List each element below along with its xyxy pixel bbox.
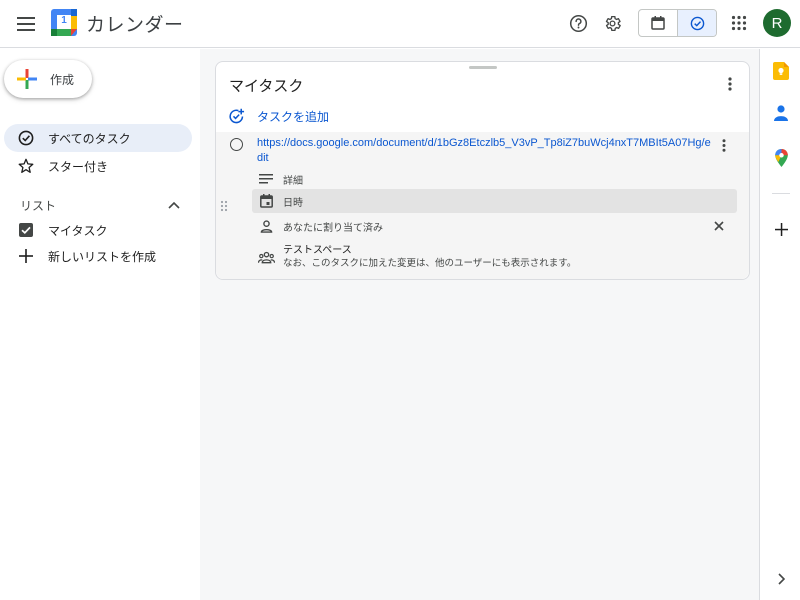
create-new-list-label: 新しいリストを作成 — [48, 249, 157, 264]
drag-handle-icon[interactable] — [220, 199, 230, 213]
card-drag-pill[interactable] — [469, 66, 497, 69]
lists-section-header[interactable]: リスト — [20, 197, 180, 213]
person-icon — [257, 217, 275, 235]
assignee-label: あなたに割り当て済み — [283, 222, 383, 234]
checkbox-checked-icon[interactable] — [18, 222, 34, 238]
maps-icon[interactable] — [772, 149, 790, 167]
star-icon — [18, 158, 34, 174]
task-complete-radio[interactable] — [230, 138, 243, 151]
task-item: https://docs.google.com/document/d/1bGz8… — [216, 132, 749, 279]
add-task-icon — [229, 108, 245, 123]
nav-starred[interactable]: スター付き — [4, 152, 192, 180]
create-new-list[interactable]: 新しいリストを作成 — [4, 242, 192, 270]
contacts-icon[interactable] — [772, 104, 790, 122]
account-avatar[interactable]: R — [763, 9, 791, 37]
apps-grid-icon[interactable] — [724, 8, 754, 38]
space-note: なお、このタスクに加えた変更は、他のユーザーにも表示されます。 — [283, 258, 577, 269]
add-task-button[interactable]: タスクを追加 — [228, 106, 329, 126]
task-check-icon — [18, 130, 34, 146]
keep-icon[interactable] — [772, 62, 790, 80]
settings-icon[interactable] — [597, 8, 627, 38]
lists-header-label: リスト — [20, 198, 57, 213]
event-date-icon — [257, 192, 275, 210]
nav-starred-label: スター付き — [48, 159, 109, 174]
chevron-up-icon[interactable] — [168, 201, 180, 209]
side-panel-rail — [759, 49, 800, 600]
close-icon[interactable] — [711, 218, 727, 234]
plus-icon — [18, 248, 34, 264]
rail-divider — [772, 193, 790, 194]
date-label: 日時 — [283, 197, 303, 209]
card-title: マイタスク — [229, 78, 304, 95]
notes-icon — [257, 170, 275, 188]
task-date-row[interactable]: 日時 — [252, 189, 737, 213]
expand-panel-icon[interactable] — [772, 570, 790, 588]
colorful-plus-icon — [17, 69, 37, 89]
create-button[interactable]: 作成 — [4, 60, 92, 98]
nav-all-tasks[interactable]: すべてのタスク — [4, 124, 192, 152]
add-task-label: タスクを追加 — [257, 109, 330, 124]
task-more-vert-icon[interactable] — [716, 137, 732, 153]
group-icon — [257, 248, 275, 266]
task-title-link[interactable]: https://docs.google.com/document/d/1bGz8… — [257, 136, 712, 166]
create-label: 作成 — [50, 72, 75, 87]
logo-day: 1 — [61, 15, 67, 26]
help-icon[interactable] — [563, 8, 593, 38]
details-label: 詳細 — [283, 175, 303, 187]
more-vert-icon[interactable] — [720, 74, 740, 94]
task-space-row: テストスペース なお、このタスクに加えた変更は、他のユーザーにも表示されます。 — [252, 243, 737, 271]
calendar-view-icon[interactable] — [639, 10, 677, 36]
list-my-tasks-label: マイタスク — [48, 223, 108, 238]
app-title: カレンダー — [86, 15, 184, 36]
task-list-card: マイタスク タスクを追加 https://docs.google.com/doc… — [215, 61, 750, 280]
view-switcher — [638, 9, 717, 37]
task-details-row[interactable]: 詳細 — [252, 170, 737, 188]
add-addon-icon[interactable] — [772, 220, 790, 238]
list-my-tasks[interactable]: マイタスク — [4, 216, 192, 244]
nav-all-tasks-label: すべてのタスク — [48, 131, 131, 146]
space-name: テストスペース — [283, 245, 352, 256]
top-app-bar: 1 カレンダー R — [0, 0, 800, 48]
menu-icon[interactable] — [12, 10, 40, 38]
tasks-view-icon[interactable] — [677, 10, 716, 36]
calendar-logo[interactable]: 1 — [51, 9, 77, 36]
task-assignee-row[interactable]: あなたに割り当て済み — [252, 218, 737, 234]
